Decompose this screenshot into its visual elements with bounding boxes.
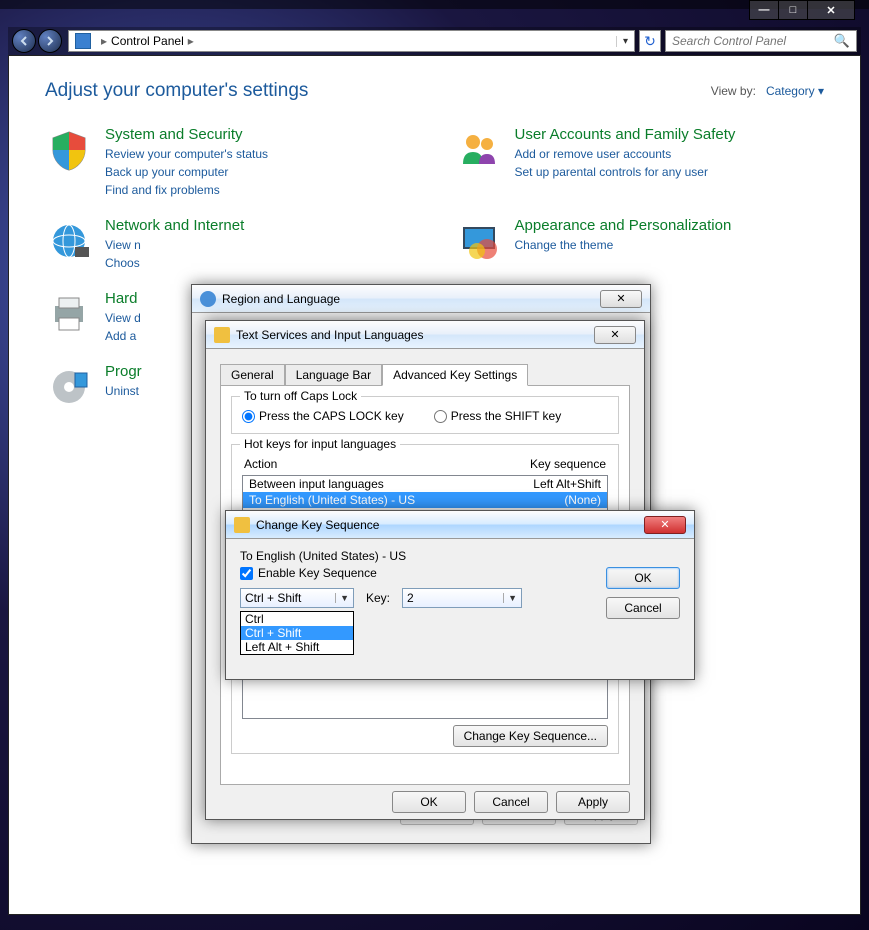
view-by-dropdown[interactable]: Category ▾ <box>766 84 824 98</box>
search-input[interactable] <box>672 34 834 48</box>
hotkey-row[interactable]: To English (United States) - US(None) <box>243 492 607 508</box>
radio-caps-lock[interactable]: Press the CAPS LOCK key <box>242 409 404 423</box>
column-key-sequence: Key sequence <box>530 457 606 471</box>
category-appearance: Appearance and Personalization Change th… <box>455 217 825 272</box>
cancel-button[interactable]: Cancel <box>474 791 548 813</box>
dropdown-option[interactable]: Ctrl <box>241 612 353 626</box>
caps-lock-group: To turn off Caps Lock Press the CAPS LOC… <box>231 396 619 434</box>
close-button[interactable]: ✕ <box>594 326 636 344</box>
programs-icon <box>45 363 93 411</box>
minimize-button[interactable]: — <box>749 0 779 20</box>
target-language-label: To English (United States) - US <box>240 549 680 563</box>
control-panel-icon <box>75 33 91 49</box>
radio-shift[interactable]: Press the SHIFT key <box>434 409 561 423</box>
dropdown-icon[interactable]: ▾ <box>616 36 628 47</box>
view-by: View by: Category ▾ <box>711 84 824 98</box>
key-combo[interactable]: 2▼ <box>402 588 522 608</box>
keyboard-icon <box>214 327 230 343</box>
window-controls: — □ ✕ <box>750 0 855 20</box>
dialog-title: Text Services and Input Languages <box>236 328 423 342</box>
dialog-titlebar[interactable]: Region and Language ✕ <box>192 285 650 313</box>
ok-button[interactable]: OK <box>606 567 680 589</box>
chevron-down-icon: ▼ <box>335 593 349 603</box>
category-title[interactable]: System and Security <box>105 126 268 143</box>
change-key-sequence-button[interactable]: Change Key Sequence... <box>453 725 608 747</box>
keyboard-icon <box>234 517 250 533</box>
dropdown-option[interactable]: Left Alt + Shift <box>241 640 353 654</box>
category-link[interactable]: Change the theme <box>515 236 732 254</box>
hotkey-row[interactable]: Between input languagesLeft Alt+Shift <box>243 476 607 492</box>
category-title[interactable]: Hard <box>105 290 141 307</box>
breadcrumb-item[interactable]: Control Panel <box>111 34 184 48</box>
category-link[interactable]: Uninst <box>105 382 142 400</box>
category-title[interactable]: Network and Internet <box>105 217 244 234</box>
close-button[interactable]: ✕ <box>644 516 686 534</box>
chevron-right-icon: ▸ <box>101 34 107 48</box>
category-link[interactable]: Choos <box>105 254 244 272</box>
dialog-titlebar[interactable]: Change Key Sequence ✕ <box>226 511 694 539</box>
category-link[interactable]: Find and fix problems <box>105 181 268 199</box>
category-title[interactable]: User Accounts and Family Safety <box>515 126 736 143</box>
tab-advanced-key-settings[interactable]: Advanced Key Settings <box>382 364 528 386</box>
dropdown-option[interactable]: Ctrl + Shift <box>241 626 353 640</box>
apply-button[interactable]: Apply <box>556 791 630 813</box>
close-button[interactable]: ✕ <box>807 0 855 20</box>
column-action: Action <box>244 457 277 471</box>
globe-icon <box>200 291 216 307</box>
chevron-right-icon: ▸ <box>188 34 194 48</box>
category-title[interactable]: Progr <box>105 363 142 380</box>
modifier-dropdown-list[interactable]: Ctrl Ctrl + Shift Left Alt + Shift <box>240 611 354 655</box>
chevron-down-icon: ▼ <box>503 593 517 603</box>
tab-bar: General Language Bar Advanced Key Settin… <box>220 363 630 385</box>
key-label: Key: <box>366 591 390 605</box>
close-button[interactable]: ✕ <box>600 290 642 308</box>
address-bar[interactable]: ▸ Control Panel ▸ ▾ <box>68 30 635 52</box>
forward-button[interactable] <box>38 29 62 53</box>
change-key-sequence-dialog: Change Key Sequence ✕ To English (United… <box>225 510 695 680</box>
search-icon: 🔍 <box>834 33 850 49</box>
page-title: Adjust your computer's settings <box>45 80 308 102</box>
category-user-accounts: User Accounts and Family Safety Add or r… <box>455 126 825 199</box>
category-system-security: System and Security Review your computer… <box>45 126 415 199</box>
shield-icon <box>45 126 93 174</box>
ok-button[interactable]: OK <box>392 791 466 813</box>
dialog-titlebar[interactable]: Text Services and Input Languages ✕ <box>206 321 644 349</box>
category-link[interactable]: View d <box>105 309 141 327</box>
modifier-combo[interactable]: Ctrl + Shift▼ <box>240 588 354 608</box>
navigation-bar: ▸ Control Panel ▸ ▾ ↻ 🔍 <box>8 27 861 55</box>
category-link[interactable]: Add or remove user accounts <box>515 145 736 163</box>
category-link[interactable]: Review your computer's status <box>105 145 268 163</box>
globe-icon <box>45 217 93 265</box>
search-box[interactable]: 🔍 <box>665 30 857 52</box>
category-link[interactable]: Add a <box>105 327 141 345</box>
printer-icon <box>45 290 93 338</box>
cancel-button[interactable]: Cancel <box>606 597 680 619</box>
dialog-title: Change Key Sequence <box>256 518 379 532</box>
tab-language-bar[interactable]: Language Bar <box>285 364 382 386</box>
control-panel-content: Adjust your computer's settings View by:… <box>8 55 861 915</box>
tab-general[interactable]: General <box>220 364 285 386</box>
dialog-title: Region and Language <box>222 292 340 306</box>
category-link[interactable]: Set up parental controls for any user <box>515 163 736 181</box>
back-button[interactable] <box>12 29 36 53</box>
category-network: Network and Internet View n Choos <box>45 217 415 272</box>
category-link[interactable]: Back up your computer <box>105 163 268 181</box>
maximize-button[interactable]: □ <box>778 0 808 20</box>
refresh-button[interactable]: ↻ <box>639 30 661 52</box>
category-title[interactable]: Appearance and Personalization <box>515 217 732 234</box>
category-link[interactable]: View n <box>105 236 244 254</box>
users-icon <box>455 126 503 174</box>
appearance-icon <box>455 217 503 265</box>
